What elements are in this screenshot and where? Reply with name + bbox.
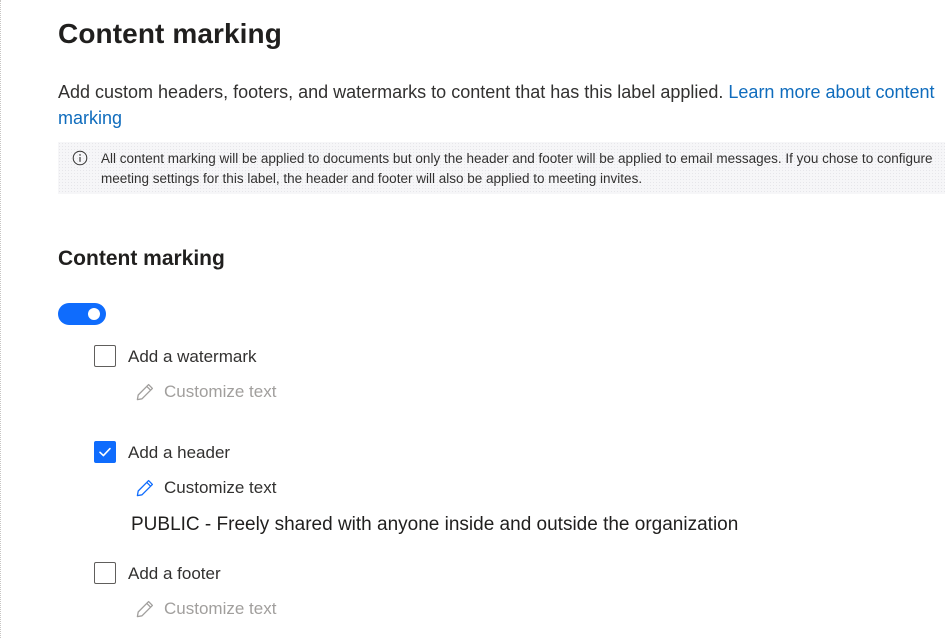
page-title: Content marking bbox=[58, 18, 282, 49]
info-message-text: All content marking will be applied to d… bbox=[101, 151, 933, 186]
footer-checkbox[interactable] bbox=[94, 562, 116, 584]
header-checkbox[interactable] bbox=[94, 441, 116, 463]
watermark-customize-label: Customize text bbox=[164, 382, 277, 401]
pencil-icon bbox=[136, 383, 154, 401]
watermark-label[interactable]: Add a watermark bbox=[128, 347, 257, 367]
header-label[interactable]: Add a header bbox=[128, 443, 230, 463]
footer-customize-label: Customize text bbox=[164, 599, 277, 618]
checkmark-icon bbox=[99, 447, 111, 457]
footer-label[interactable]: Add a footer bbox=[128, 564, 221, 584]
pencil-icon bbox=[136, 479, 154, 497]
info-icon bbox=[72, 150, 88, 166]
watermark-checkbox[interactable] bbox=[94, 345, 116, 367]
description-text: Add custom headers, footers, and waterma… bbox=[58, 82, 724, 102]
info-message-bar: All content marking will be applied to d… bbox=[58, 142, 945, 194]
toggle-knob bbox=[88, 308, 100, 320]
header-customize-label: Customize text bbox=[164, 478, 277, 497]
pencil-icon bbox=[136, 600, 154, 618]
left-divider bbox=[0, 0, 1, 638]
header-text-value: PUBLIC - Freely shared with anyone insid… bbox=[131, 514, 739, 535]
page-description: Add custom headers, footers, and waterma… bbox=[58, 79, 938, 131]
content-marking-toggle[interactable] bbox=[58, 303, 106, 325]
section-title: Content marking bbox=[58, 247, 225, 270]
